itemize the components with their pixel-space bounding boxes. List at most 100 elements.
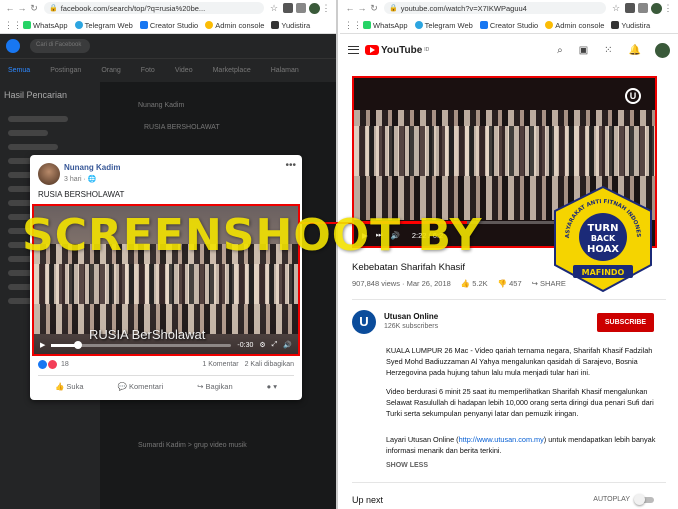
- facebook-search-input[interactable]: Cari di Facebook: [30, 39, 90, 53]
- facebook-logo-icon[interactable]: [6, 39, 20, 53]
- share-icon: ↪: [197, 382, 204, 391]
- account-avatar[interactable]: [655, 42, 670, 58]
- facebook-icon: [479, 21, 488, 29]
- autoplay-toggle[interactable]: [634, 493, 654, 505]
- bookmark-creator-studio[interactable]: Creator Studio: [479, 21, 538, 30]
- youtube-logo[interactable]: YouTube ID: [365, 45, 429, 56]
- sidebar-item[interactable]: [8, 116, 68, 122]
- telegram-icon: [414, 21, 423, 29]
- bookmark-yudistira[interactable]: Yudistira: [271, 21, 310, 30]
- profile-avatar[interactable]: [309, 2, 320, 14]
- address-bar[interactable]: 🔒 youtube.com/watch?v=X7IKWPaguu4: [384, 2, 606, 14]
- badge-ribbon-text: MAFINDO: [582, 268, 625, 277]
- author-avatar[interactable]: [38, 163, 60, 185]
- divider: [352, 482, 666, 483]
- utusan-link[interactable]: http://www.utusan.com.my: [459, 435, 544, 444]
- more-options-icon[interactable]: •••: [285, 160, 296, 171]
- sidebar-item[interactable]: [8, 144, 58, 150]
- tab-marketplace[interactable]: Marketplace: [213, 67, 251, 74]
- bookmark-telegram[interactable]: Telegram Web: [414, 21, 473, 30]
- video-controls: ▶ -0:30 ⚙ ⤢ 🔊: [34, 336, 298, 354]
- subscribe-button[interactable]: SUBSCRIBE: [597, 313, 654, 332]
- progress-knob[interactable]: [74, 340, 83, 349]
- bookmark-admin-console[interactable]: Admin console: [205, 21, 264, 30]
- sidebar-title: Hasil Pencarian: [4, 90, 68, 100]
- puzzle-icon[interactable]: [638, 3, 648, 13]
- share-count[interactable]: 2 Kali dibagikan: [245, 361, 294, 368]
- menu-icon[interactable]: ⋮: [320, 3, 332, 14]
- post-author[interactable]: Nunang Kadim: [64, 163, 120, 172]
- back-icon[interactable]: ←: [344, 3, 356, 13]
- tab-video[interactable]: Video: [175, 67, 193, 74]
- facebook-post-card: Nunang Kadim 3 hari · 🌐 ••• RUSIA BERSHO…: [30, 155, 302, 400]
- bg-post-author-2[interactable]: Sumardi Kadim > grup video musik: [138, 442, 247, 449]
- comment-count[interactable]: 1 Komentar: [202, 361, 238, 368]
- tab-orang[interactable]: Orang: [101, 67, 120, 74]
- play-icon[interactable]: ▶: [40, 341, 45, 349]
- globe-icon: 🌐: [87, 176, 97, 183]
- forward-icon[interactable]: →: [356, 3, 368, 13]
- youtube-header: YouTube ID ⌕ ▣ ⁙ 🔔: [340, 34, 678, 66]
- apps-icon[interactable]: ⋮⋮: [344, 20, 362, 31]
- audience-selector[interactable]: ● ▾: [267, 382, 277, 391]
- tab-semua[interactable]: Semua: [8, 67, 30, 74]
- reload-icon[interactable]: ↻: [368, 3, 380, 14]
- bookmark-whatsapp[interactable]: WhatsApp: [23, 21, 68, 30]
- puzzle-icon[interactable]: [296, 3, 306, 13]
- like-reaction-icon: [38, 360, 47, 369]
- apps-grid-icon[interactable]: ⁙: [604, 45, 612, 56]
- show-less-button[interactable]: SHOW LESS: [386, 462, 428, 469]
- tab-halaman[interactable]: Halaman: [271, 67, 299, 74]
- bookmark-whatsapp[interactable]: WhatsApp: [363, 21, 408, 30]
- dislike-button[interactable]: 👎 457: [498, 279, 522, 288]
- share-button[interactable]: ↪ Bagikan: [197, 382, 233, 391]
- tab-postingan[interactable]: Postingan: [50, 67, 81, 74]
- create-video-icon[interactable]: ▣: [579, 45, 588, 56]
- channel-avatar[interactable]: U: [352, 310, 376, 334]
- notifications-bell-icon[interactable]: 🔔: [629, 45, 641, 56]
- facebook-header: Cari di Facebook: [0, 34, 336, 58]
- volume-icon[interactable]: 🔊: [283, 341, 292, 349]
- badge-back: BACK: [591, 234, 616, 243]
- address-bar[interactable]: 🔒 facebook.com/search/top/?q=rusia%20be..…: [44, 2, 264, 14]
- back-icon[interactable]: ←: [4, 3, 16, 13]
- bg-post-author[interactable]: Nunang Kadim: [138, 102, 184, 109]
- hamburger-menu-icon[interactable]: [348, 46, 359, 54]
- apps-icon[interactable]: ⋮⋮: [4, 20, 22, 31]
- bookmarks-bar: ⋮⋮ WhatsApp Telegram Web Creator Studio …: [0, 17, 336, 33]
- fullscreen-icon[interactable]: ⤢: [272, 341, 278, 349]
- bookmark-yudistira[interactable]: Yudistira: [611, 21, 650, 30]
- reload-icon[interactable]: ↻: [28, 3, 40, 14]
- bookmark-label: Creator Studio: [149, 20, 199, 30]
- bookmark-admin-console[interactable]: Admin console: [545, 21, 604, 30]
- glasses-icon: [611, 21, 620, 29]
- extension-icon[interactable]: [625, 3, 635, 13]
- post-time: 3 hari · 🌐: [64, 175, 96, 183]
- whatsapp-icon: [363, 21, 371, 29]
- video-progress-bar[interactable]: [51, 340, 232, 349]
- menu-icon[interactable]: ⋮: [662, 3, 674, 14]
- settings-icon[interactable]: ⚙: [259, 341, 265, 349]
- reaction-count[interactable]: 18: [61, 361, 69, 368]
- facebook-icon: [139, 21, 148, 29]
- star-icon[interactable]: ☆: [268, 3, 280, 14]
- comment-button[interactable]: 💬 Komentari: [118, 382, 164, 391]
- extension-icon[interactable]: [283, 3, 293, 13]
- like-button[interactable]: 👍 Suka: [55, 382, 84, 391]
- post-time-text: 3 hari ·: [64, 176, 88, 183]
- channel-name[interactable]: Utusan Online: [384, 312, 438, 321]
- like-button[interactable]: 👍 5.2K: [461, 279, 488, 288]
- screenshot-watermark: SCREENSHOOT BY: [22, 210, 483, 261]
- description-paragraph-2: Video berdurasi 6 minit 25 saat itu memp…: [386, 387, 654, 418]
- bookmark-telegram[interactable]: Telegram Web: [74, 21, 133, 30]
- search-icon[interactable]: ⌕: [557, 45, 563, 56]
- bookmark-creator-studio[interactable]: Creator Studio: [139, 20, 199, 30]
- tab-foto[interactable]: Foto: [141, 67, 155, 74]
- autoplay-control: AUTOPLAY: [593, 493, 654, 505]
- description-paragraph-1: KUALA LUMPUR 26 Mac - Video qariah terna…: [386, 346, 653, 377]
- forward-icon[interactable]: →: [16, 3, 28, 13]
- thumbs-up-icon: 👍: [54, 382, 65, 391]
- star-icon[interactable]: ☆: [610, 3, 622, 14]
- profile-avatar[interactable]: [651, 2, 662, 14]
- sidebar-item[interactable]: [8, 130, 48, 136]
